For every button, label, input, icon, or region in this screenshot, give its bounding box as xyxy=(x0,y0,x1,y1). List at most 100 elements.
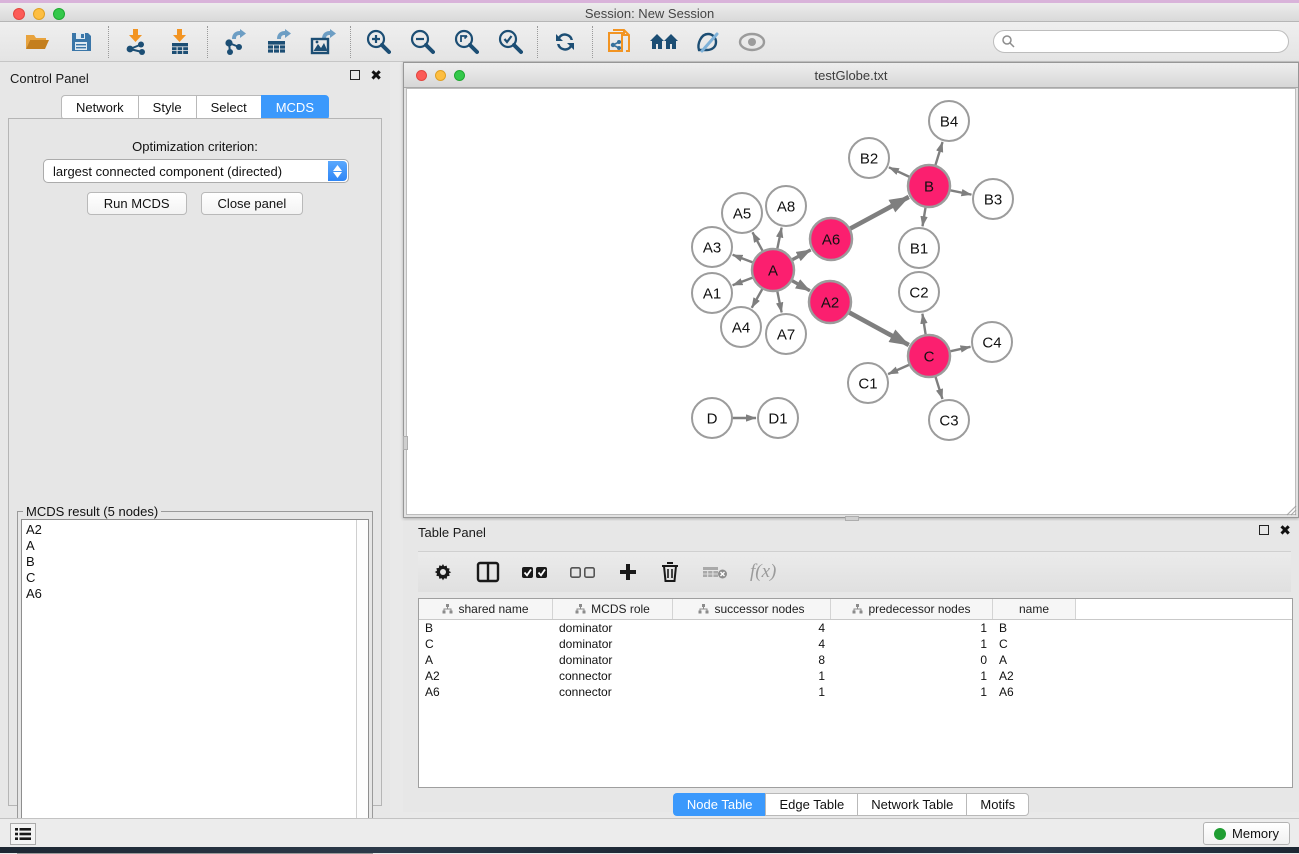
table-cell[interactable]: A xyxy=(419,652,553,668)
tab-network[interactable]: Network xyxy=(61,95,138,120)
table-cell[interactable]: B xyxy=(419,620,553,636)
node-table[interactable]: shared nameMCDS rolesuccessor nodesprede… xyxy=(418,598,1293,788)
node-D[interactable]: D xyxy=(692,398,732,438)
edge-A-A1[interactable] xyxy=(733,277,754,285)
table-cell[interactable]: A6 xyxy=(419,684,553,700)
tab-edge-table[interactable]: Edge Table xyxy=(765,793,857,816)
node-C4[interactable]: C4 xyxy=(972,322,1012,362)
add-column-icon[interactable] xyxy=(618,562,638,582)
node-B2[interactable]: B2 xyxy=(849,138,889,178)
table-cell[interactable]: A2 xyxy=(419,668,553,684)
node-A6[interactable]: A6 xyxy=(810,218,852,260)
edge-A-A8[interactable] xyxy=(777,228,781,250)
hide-style-icon[interactable] xyxy=(693,27,723,57)
table-cell[interactable]: connector xyxy=(553,684,673,700)
open-session-icon[interactable] xyxy=(22,27,52,57)
export-image-icon[interactable] xyxy=(308,27,338,57)
panel-divider-grip[interactable] xyxy=(403,436,408,450)
table-row[interactable]: Adominator80A xyxy=(419,652,1292,668)
tab-network-table[interactable]: Network Table xyxy=(857,793,966,816)
table-cell[interactable]: 8 xyxy=(673,652,831,668)
close-panel-icon[interactable]: ✖ xyxy=(370,70,382,80)
edge-C-C1[interactable] xyxy=(888,364,910,374)
node-A2[interactable]: A2 xyxy=(809,281,851,323)
node-B[interactable]: B xyxy=(908,165,950,207)
mcds-result-item[interactable]: B xyxy=(26,554,368,570)
node-B3[interactable]: B3 xyxy=(973,179,1013,219)
node-C[interactable]: C xyxy=(908,335,950,377)
node-A5[interactable]: A5 xyxy=(722,193,762,233)
close-panel-button[interactable]: Close panel xyxy=(201,192,304,215)
mcds-scrollbar-track[interactable] xyxy=(356,520,368,849)
column-header-name[interactable]: name xyxy=(993,599,1076,619)
table-cell[interactable]: dominator xyxy=(553,620,673,636)
table-cell[interactable]: 1 xyxy=(673,684,831,700)
node-C2[interactable]: C2 xyxy=(899,272,939,312)
node-A[interactable]: A xyxy=(752,249,794,291)
tab-node-table[interactable]: Node Table xyxy=(673,793,766,816)
edge-A-A4[interactable] xyxy=(752,288,763,308)
edge-A-A5[interactable] xyxy=(753,232,763,251)
node-A1[interactable]: A1 xyxy=(692,273,732,313)
criterion-dropdown[interactable]: largest connected component (directed) xyxy=(43,159,349,183)
node-A4[interactable]: A4 xyxy=(721,307,761,347)
tab-style[interactable]: Style xyxy=(138,95,196,120)
node-C3[interactable]: C3 xyxy=(929,400,969,440)
table-cell[interactable]: dominator xyxy=(553,636,673,652)
mcds-result-item[interactable]: A6 xyxy=(26,586,368,602)
table-cell[interactable]: A2 xyxy=(993,668,1076,684)
table-cell[interactable]: C xyxy=(419,636,553,652)
table-cell[interactable]: 1 xyxy=(831,668,993,684)
edge-B-B4[interactable] xyxy=(935,142,942,166)
table-row[interactable]: Bdominator41B xyxy=(419,620,1292,636)
import-network-icon[interactable] xyxy=(121,27,151,57)
table-cell[interactable]: 4 xyxy=(673,636,831,652)
deselect-all-checkboxes-icon[interactable] xyxy=(570,566,596,579)
column-header-successor-nodes[interactable]: successor nodes xyxy=(673,599,831,619)
node-B4[interactable]: B4 xyxy=(929,101,969,141)
zoom-fit-icon[interactable] xyxy=(451,27,481,57)
float-panel-icon[interactable] xyxy=(350,70,360,80)
table-cell[interactable]: 1 xyxy=(831,620,993,636)
select-all-checkboxes-icon[interactable] xyxy=(522,566,548,579)
table-cell[interactable]: 0 xyxy=(831,652,993,668)
table-row[interactable]: A6connector11A6 xyxy=(419,684,1292,700)
tab-select[interactable]: Select xyxy=(196,95,261,120)
edge-B-B1[interactable] xyxy=(923,207,926,227)
mcds-result-item[interactable]: A2 xyxy=(26,522,368,538)
column-header-MCDS-role[interactable]: MCDS role xyxy=(553,599,673,619)
edge-B-B2[interactable] xyxy=(889,167,910,177)
refresh-layout-icon[interactable] xyxy=(550,27,580,57)
close-table-panel-icon[interactable]: ✖ xyxy=(1279,525,1291,535)
edge-A-A3[interactable] xyxy=(733,255,754,263)
mcds-result-list[interactable]: A2ABCA6 xyxy=(21,519,369,850)
table-cell[interactable]: B xyxy=(993,620,1076,636)
copy-network-icon[interactable] xyxy=(605,27,635,57)
search-input[interactable] xyxy=(993,30,1289,53)
run-mcds-button[interactable]: Run MCDS xyxy=(87,192,187,215)
edge-B-B3[interactable] xyxy=(950,190,972,194)
node-B1[interactable]: B1 xyxy=(899,228,939,268)
table-cell[interactable]: C xyxy=(993,636,1076,652)
export-table-icon[interactable] xyxy=(264,27,294,57)
node-A8[interactable]: A8 xyxy=(766,186,806,226)
table-cell[interactable]: connector xyxy=(553,668,673,684)
column-header-shared-name[interactable]: shared name xyxy=(419,599,553,619)
save-session-icon[interactable] xyxy=(66,27,96,57)
table-cell[interactable]: 4 xyxy=(673,620,831,636)
table-cell[interactable]: 1 xyxy=(831,636,993,652)
export-network-icon[interactable] xyxy=(220,27,250,57)
tab-motifs[interactable]: Motifs xyxy=(966,793,1029,816)
edge-A6-B[interactable] xyxy=(849,197,908,229)
edge-A-A2[interactable] xyxy=(791,280,810,290)
table-cell[interactable]: A xyxy=(993,652,1076,668)
node-C1[interactable]: C1 xyxy=(848,363,888,403)
edge-A2-C[interactable] xyxy=(848,312,908,345)
delete-column-icon[interactable] xyxy=(660,561,680,583)
node-A7[interactable]: A7 xyxy=(766,314,806,354)
delete-table-icon[interactable] xyxy=(702,564,728,580)
mcds-result-item[interactable]: A xyxy=(26,538,368,554)
column-header-predecessor-nodes[interactable]: predecessor nodes xyxy=(831,599,993,619)
edge-C-C2[interactable] xyxy=(922,314,925,336)
task-history-button[interactable] xyxy=(10,823,36,845)
